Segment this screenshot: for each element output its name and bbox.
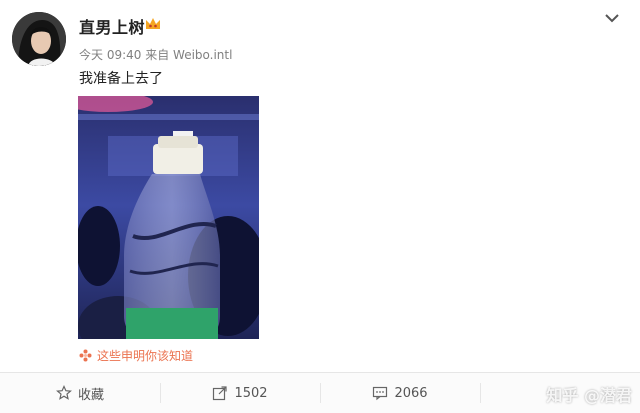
notice-link[interactable]: 这些申明你该知道	[79, 347, 193, 364]
comment-count: 2066	[394, 385, 428, 401]
repost-button[interactable]: 1502	[160, 373, 320, 413]
action-bar: 收藏 1502 2066	[0, 372, 640, 413]
star-icon	[56, 385, 72, 400]
favorite-label: 收藏	[77, 387, 104, 403]
comment-button[interactable]: 2066	[320, 373, 480, 413]
post-meta: 今天 09:40 来自 Weibo.intl	[79, 48, 233, 62]
flower-icon	[79, 349, 92, 362]
chevron-down-icon[interactable]	[602, 10, 622, 26]
post-photo[interactable]	[78, 96, 259, 339]
weibo-post-card: 直男上树 今天 09:40 来自 Weibo.intl 我准备上去了 这些申明你…	[0, 0, 640, 413]
avatar[interactable]	[12, 12, 66, 66]
notice-text: 这些申明你该知道	[97, 349, 194, 363]
favorite-button[interactable]: 收藏	[0, 373, 160, 413]
like-area[interactable]	[480, 373, 640, 413]
comment-bubble-icon	[373, 386, 388, 401]
vip-crown-icon	[146, 18, 160, 29]
repost-count: 1502	[234, 385, 268, 401]
share-arrow-icon	[213, 386, 228, 401]
username[interactable]: 直男上树	[79, 14, 145, 38]
post-text: 我准备上去了	[79, 71, 163, 87]
